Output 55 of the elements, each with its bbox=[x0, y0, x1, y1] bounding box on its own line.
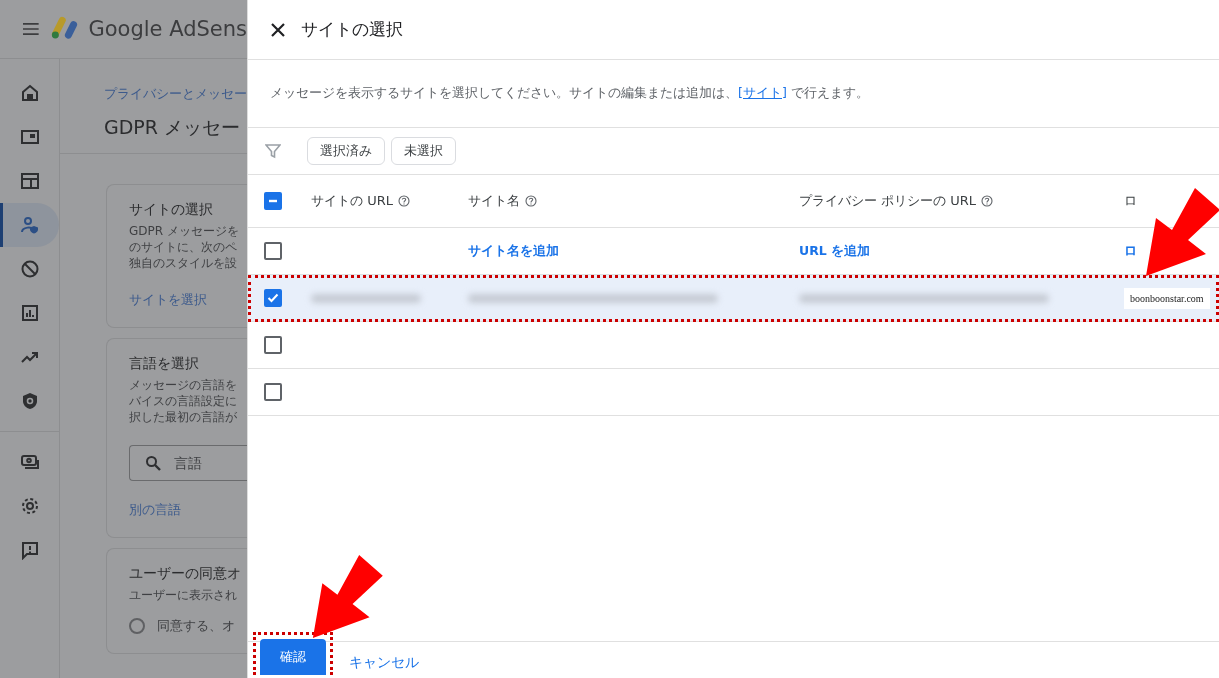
column-header: プライバシー ポリシーの URL bbox=[799, 192, 977, 210]
dialog-title: サイトの選択 bbox=[301, 18, 403, 41]
sites-link[interactable]: [サイト] bbox=[738, 85, 787, 100]
cancel-button[interactable]: キャンセル bbox=[345, 654, 423, 672]
add-link[interactable]: サイト名を追加 bbox=[468, 242, 559, 260]
payment-icon bbox=[20, 452, 40, 472]
card-description: ユーザーに表示され bbox=[129, 587, 238, 603]
person-shield-icon bbox=[20, 215, 40, 235]
language-search-field[interactable]: 言語 bbox=[129, 445, 247, 481]
layout-icon bbox=[20, 171, 40, 191]
product-name: Google AdSens bbox=[88, 17, 247, 41]
dialog-description: メッセージを表示するサイトを選択してください。サイトの編集または追加は、[サイト] で行えます。 bbox=[270, 85, 869, 102]
confirm-button[interactable]: 確認 bbox=[260, 639, 326, 675]
row-checkbox[interactable] bbox=[264, 242, 282, 260]
row-checkbox[interactable] bbox=[264, 383, 282, 401]
breadcrumb-link[interactable]: プライバシーとメッセー bbox=[104, 85, 247, 103]
card-description: メッセージの言語を バイスの言語設定に 択した最初の言語が bbox=[129, 377, 238, 425]
sidebar-item[interactable] bbox=[0, 203, 59, 247]
close-icon[interactable] bbox=[271, 22, 285, 37]
row-checkbox[interactable] bbox=[264, 289, 282, 307]
page-title: GDPR メッセー bbox=[104, 115, 242, 140]
settings-icon bbox=[20, 496, 40, 516]
column-header: サイトの URL bbox=[311, 192, 393, 210]
ad-unit-icon bbox=[20, 127, 40, 147]
help-icon[interactable] bbox=[525, 195, 537, 207]
search-icon bbox=[145, 455, 161, 471]
feedback-icon bbox=[20, 540, 40, 560]
row-checkbox[interactable] bbox=[264, 336, 282, 354]
select-all-checkbox[interactable] bbox=[264, 192, 282, 210]
help-icon[interactable] bbox=[981, 195, 994, 207]
option-label: 同意する、オ bbox=[157, 617, 235, 635]
bar-chart-icon bbox=[20, 303, 40, 323]
site-logo: boonboonstar.com bbox=[1124, 287, 1210, 309]
selected-table-row[interactable]: boonboonstar.com bbox=[248, 275, 1219, 322]
column-header: サイト名 bbox=[468, 192, 520, 210]
card-description: GDPR メッセージを のサイトに、次のペ 独自のスタイルを設 bbox=[129, 223, 240, 271]
menu-icon[interactable] bbox=[23, 22, 39, 36]
add-link[interactable]: URL を追加 bbox=[799, 242, 871, 260]
filter-chip[interactable]: 未選択 bbox=[391, 137, 456, 165]
card-link[interactable]: サイトを選択 bbox=[129, 291, 207, 309]
help-icon[interactable] bbox=[397, 195, 410, 207]
card-title: サイトの選択 bbox=[129, 201, 214, 219]
radio-button[interactable] bbox=[129, 618, 145, 634]
card-title: ユーザーの同意オ bbox=[129, 565, 242, 583]
column-header: ロ bbox=[1124, 192, 1137, 210]
card-link[interactable]: 別の言語 bbox=[129, 501, 181, 519]
filter-chip[interactable]: 選択済み bbox=[307, 137, 385, 165]
home-icon bbox=[20, 83, 40, 103]
filter-icon[interactable] bbox=[265, 143, 281, 159]
add-link[interactable]: ロ bbox=[1124, 242, 1137, 260]
check-icon bbox=[267, 292, 279, 304]
shield-icon bbox=[20, 391, 40, 411]
block-icon bbox=[20, 259, 40, 279]
logo-icon bbox=[50, 16, 79, 42]
card-title: 言語を選択 bbox=[129, 355, 200, 373]
